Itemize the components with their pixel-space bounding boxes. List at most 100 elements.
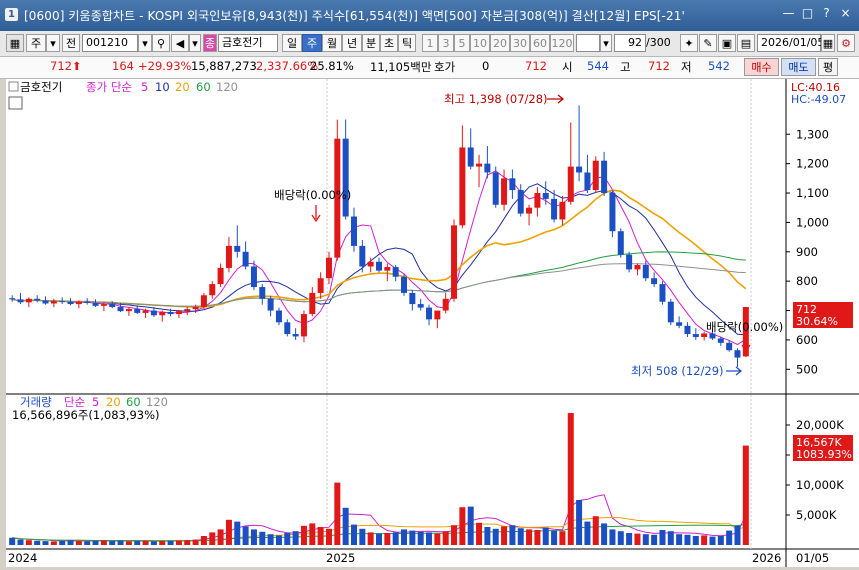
candle-body	[359, 245, 366, 267]
candle-body	[617, 231, 624, 255]
candle-body	[150, 310, 157, 316]
candle-body	[709, 333, 716, 339]
interval-custom-input[interactable]	[576, 34, 600, 52]
candle-body	[626, 254, 633, 270]
save-icon[interactable]: ▣	[718, 34, 736, 52]
candle-body	[401, 276, 408, 293]
toolbar: ▦ 주 ▾ 전 001210 ▾ ⚲ ◀ ▾ 종 금호전기 일 주 월 년 분 …	[0, 31, 859, 57]
interval-20[interactable]: 20	[490, 34, 510, 52]
period-second[interactable]: 초	[380, 34, 398, 52]
volume-bar	[267, 534, 274, 545]
settings-gear-icon[interactable]: ⚙	[837, 34, 855, 52]
indicator-icon[interactable]: ✦	[680, 34, 698, 52]
volume-bar	[250, 529, 257, 545]
candle-body	[134, 309, 141, 313]
volume-bar	[492, 528, 499, 545]
chart-area[interactable]: 5006007008009001,0001,1001,2001,3005,000…	[6, 79, 859, 567]
print-icon[interactable]: ▤	[737, 34, 755, 52]
volume-bar	[559, 531, 566, 545]
table-icon[interactable]	[8, 96, 23, 110]
candle-body	[267, 298, 274, 311]
volume-value: 15,887,273	[191, 59, 257, 73]
market-select[interactable]: 주	[26, 34, 46, 52]
legend-box-icon[interactable]	[8, 81, 19, 92]
eval-button[interactable]: 평	[818, 58, 838, 76]
volume-bar	[692, 536, 699, 545]
volume-bar	[17, 539, 24, 545]
volume-bar	[342, 507, 349, 545]
interval-120[interactable]: 120	[550, 34, 574, 52]
draw-icon[interactable]: ✎	[699, 34, 717, 52]
period-minute[interactable]: 분	[362, 34, 380, 52]
candle-body	[476, 163, 483, 167]
stock-code-input[interactable]: 001210	[82, 34, 138, 52]
search-icon[interactable]: ⚲	[152, 34, 170, 52]
candle-body	[317, 278, 324, 293]
interval-30[interactable]: 30	[510, 34, 530, 52]
volume-bar	[684, 534, 691, 545]
volume-bar	[159, 541, 166, 545]
volume-bar	[717, 536, 724, 545]
interval-5[interactable]: 5	[454, 34, 470, 52]
candle-body	[551, 198, 558, 220]
buy-button[interactable]: 매수	[744, 58, 779, 76]
minimize-icon[interactable]: —	[781, 6, 796, 21]
candle-body	[292, 334, 299, 337]
candle-body	[234, 245, 241, 252]
speaker-icon[interactable]: ◀	[171, 34, 189, 52]
volume-bar	[84, 541, 91, 545]
restore-icon[interactable]: □	[800, 6, 815, 21]
candle-body	[75, 301, 82, 305]
period-tick[interactable]: 틱	[398, 34, 416, 52]
candle-body	[109, 304, 116, 308]
sell-button[interactable]: 매도	[781, 58, 816, 76]
candle-body	[417, 304, 424, 308]
interval-dropdown-icon[interactable]: ▾	[600, 34, 612, 52]
close-icon[interactable]: ×	[838, 6, 853, 21]
app-icon: 1	[5, 8, 18, 21]
volume-bar	[617, 531, 624, 545]
code-dropdown-icon[interactable]: ▾	[138, 34, 152, 52]
volume-bar	[634, 533, 641, 545]
candle-body	[67, 301, 74, 305]
price-volume-chart[interactable]: 5006007008009001,0001,1001,2001,3005,000…	[6, 79, 859, 567]
price-tick-label: 600	[796, 333, 818, 347]
candle-body	[451, 225, 458, 299]
interval-10[interactable]: 10	[470, 34, 490, 52]
candle-body	[350, 216, 357, 246]
interval-1[interactable]: 1	[422, 34, 438, 52]
volume-tick-label: 10,000K	[796, 478, 844, 492]
grid-icon[interactable]: ▦	[6, 34, 24, 52]
low-label: 저	[681, 60, 692, 74]
period-day[interactable]: 일	[282, 34, 302, 52]
candle-body	[501, 178, 508, 205]
period-week[interactable]: 주	[302, 34, 322, 52]
candle-body	[42, 300, 49, 304]
volume-bar	[25, 540, 32, 545]
volume-ma5: 5	[92, 395, 99, 409]
candle-body	[517, 190, 524, 214]
interval-60[interactable]: 60	[530, 34, 550, 52]
volume-bar	[476, 522, 483, 545]
volume-bar	[484, 527, 491, 545]
volume-bar	[300, 525, 307, 545]
period-year[interactable]: 년	[342, 34, 362, 52]
chevron-down-icon[interactable]: ▾	[46, 34, 60, 52]
legend-ma60: 60	[196, 80, 211, 94]
date-input[interactable]: 2026/01/05	[757, 34, 824, 52]
volume-bar	[75, 541, 82, 545]
volume-bar	[200, 536, 207, 545]
calendar-icon[interactable]: ▦	[821, 34, 835, 52]
mode-button[interactable]: 전	[62, 34, 80, 52]
x-label-date: 01/05	[796, 551, 829, 565]
period-month[interactable]: 월	[322, 34, 342, 52]
candle-body	[259, 287, 266, 299]
candle-body	[609, 193, 616, 232]
candle-body	[367, 261, 374, 267]
volume-bar	[626, 533, 633, 545]
help-icon[interactable]: ?	[819, 6, 834, 21]
speaker-dropdown-icon[interactable]: ▾	[189, 34, 201, 52]
count-input[interactable]: 92	[614, 34, 646, 52]
interval-3[interactable]: 3	[438, 34, 454, 52]
trade-amount: 11,105백만	[370, 60, 432, 74]
